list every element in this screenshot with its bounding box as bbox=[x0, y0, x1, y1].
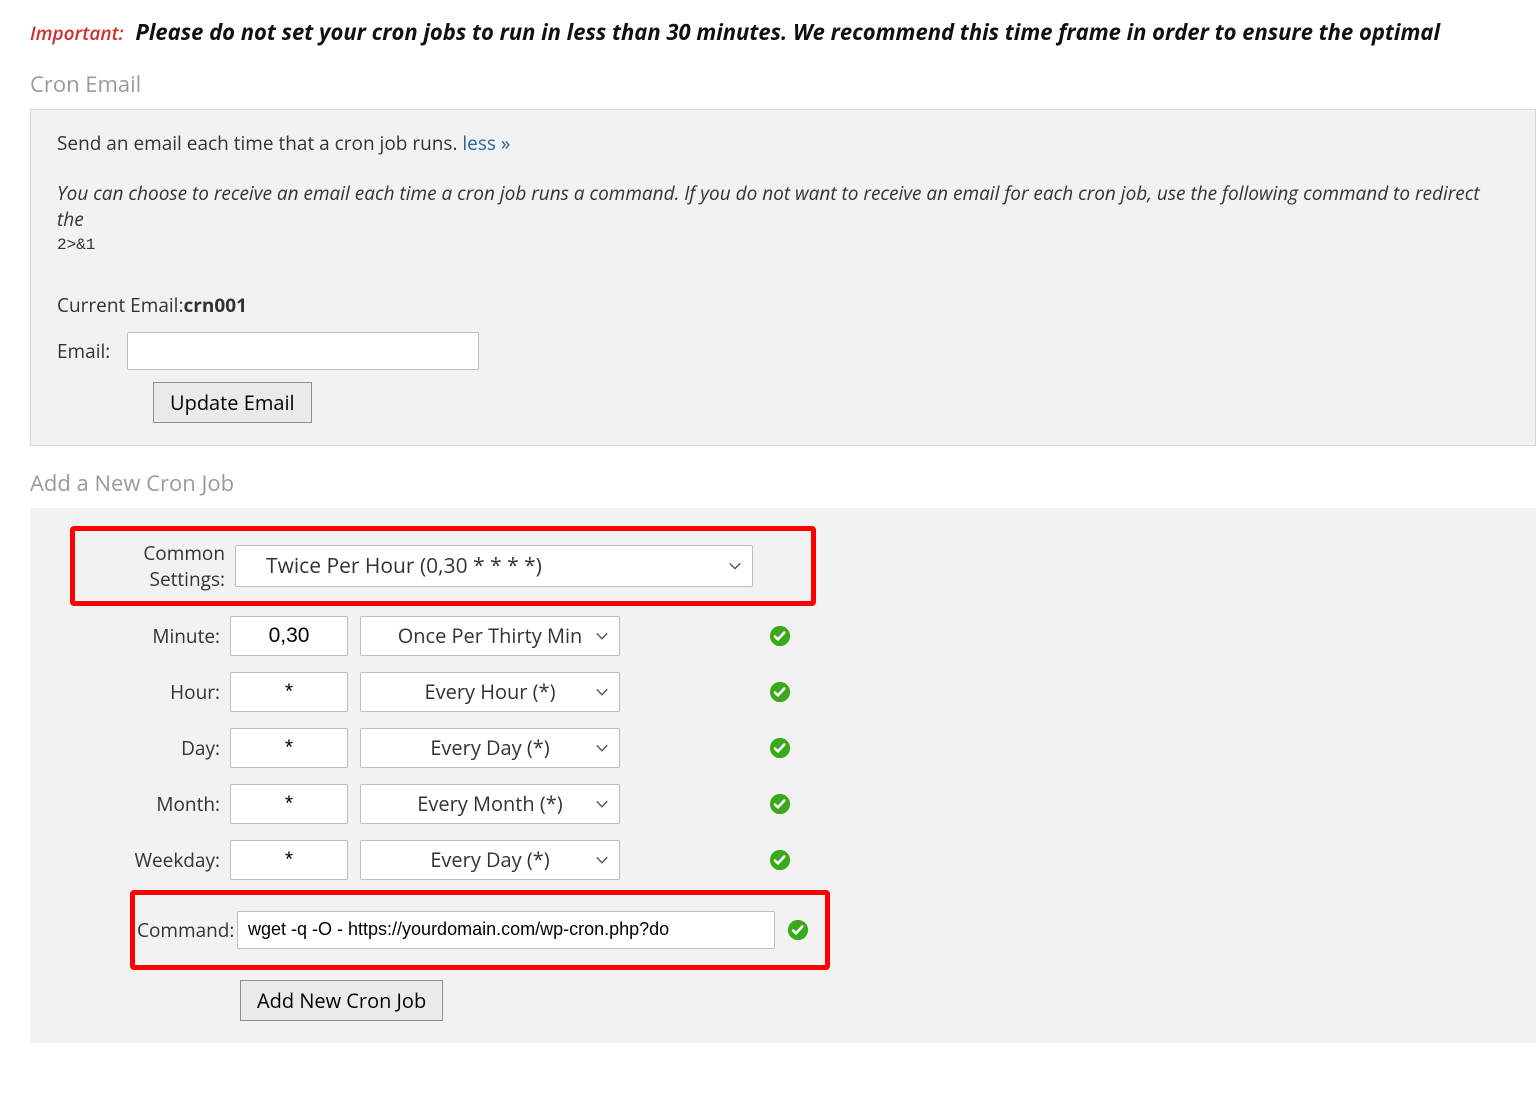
cron-email-line1: Send an email each time that a cron job … bbox=[57, 130, 1509, 156]
chevron-down-icon bbox=[595, 629, 609, 643]
ok-icon bbox=[769, 681, 791, 703]
ok-icon bbox=[769, 849, 791, 871]
warning-line: Important: Please do not set your cron j… bbox=[30, 0, 1536, 47]
month-input[interactable] bbox=[230, 784, 348, 824]
cron-email-panel: Send an email each time that a cron job … bbox=[30, 109, 1536, 446]
hour-input[interactable] bbox=[230, 672, 348, 712]
common-settings-label: Common Settings: bbox=[77, 540, 235, 592]
chevron-down-icon bbox=[595, 853, 609, 867]
email-input[interactable] bbox=[127, 332, 479, 370]
chevron-down-icon bbox=[728, 559, 742, 573]
ok-icon bbox=[769, 793, 791, 815]
weekday-select[interactable]: Every Day (*) bbox=[360, 840, 620, 880]
day-input[interactable] bbox=[230, 728, 348, 768]
common-settings-value: Twice Per Hour (0,30 * * * *) bbox=[266, 552, 542, 580]
cron-email-line1-text: Send an email each time that a cron job … bbox=[57, 130, 462, 156]
add-cron-panel: Common Settings: Twice Per Hour (0,30 * … bbox=[30, 508, 1536, 1043]
minute-select-value: Once Per Thirty Min bbox=[398, 622, 583, 649]
command-input[interactable] bbox=[237, 911, 775, 949]
command-highlight: Command: bbox=[130, 890, 830, 970]
month-select-value: Every Month (*) bbox=[417, 790, 562, 817]
chevron-down-icon bbox=[595, 685, 609, 699]
weekday-input[interactable] bbox=[230, 840, 348, 880]
add-new-cron-button[interactable]: Add New Cron Job bbox=[240, 980, 443, 1021]
minute-input[interactable] bbox=[230, 616, 348, 656]
current-email: Current Email:crn001 bbox=[57, 292, 1509, 318]
ok-icon bbox=[769, 737, 791, 759]
hour-select[interactable]: Every Hour (*) bbox=[360, 672, 620, 712]
minute-label: Minute: bbox=[30, 623, 230, 649]
minute-select[interactable]: Once Per Thirty Min bbox=[360, 616, 620, 656]
warning-label: Important: bbox=[30, 20, 124, 46]
warning-text: Please do not set your cron jobs to run … bbox=[135, 17, 1440, 47]
weekday-label: Weekday: bbox=[30, 847, 230, 873]
day-select[interactable]: Every Day (*) bbox=[360, 728, 620, 768]
current-email-value: crn001 bbox=[183, 292, 246, 318]
add-cron-heading: Add a New Cron Job bbox=[30, 468, 1536, 498]
month-select[interactable]: Every Month (*) bbox=[360, 784, 620, 824]
cron-email-code: 2>&1 bbox=[57, 236, 1509, 254]
common-settings-select[interactable]: Twice Per Hour (0,30 * * * *) bbox=[235, 545, 753, 587]
hour-label: Hour: bbox=[30, 679, 230, 705]
chevron-down-icon bbox=[595, 797, 609, 811]
less-link[interactable]: less » bbox=[462, 130, 510, 156]
command-label: Command: bbox=[137, 917, 237, 943]
email-label: Email: bbox=[57, 338, 113, 364]
update-email-button[interactable]: Update Email bbox=[153, 382, 312, 423]
ok-icon bbox=[769, 625, 791, 647]
cron-email-heading: Cron Email bbox=[30, 69, 1536, 99]
cron-email-line2: You can choose to receive an email each … bbox=[57, 180, 1509, 232]
day-label: Day: bbox=[30, 735, 230, 761]
hour-select-value: Every Hour (*) bbox=[425, 678, 556, 705]
weekday-select-value: Every Day (*) bbox=[430, 846, 549, 873]
day-select-value: Every Day (*) bbox=[430, 734, 549, 761]
ok-icon bbox=[787, 919, 809, 941]
month-label: Month: bbox=[30, 791, 230, 817]
common-settings-highlight: Common Settings: Twice Per Hour (0,30 * … bbox=[70, 526, 816, 606]
current-email-label: Current Email: bbox=[57, 292, 183, 318]
chevron-down-icon bbox=[595, 741, 609, 755]
